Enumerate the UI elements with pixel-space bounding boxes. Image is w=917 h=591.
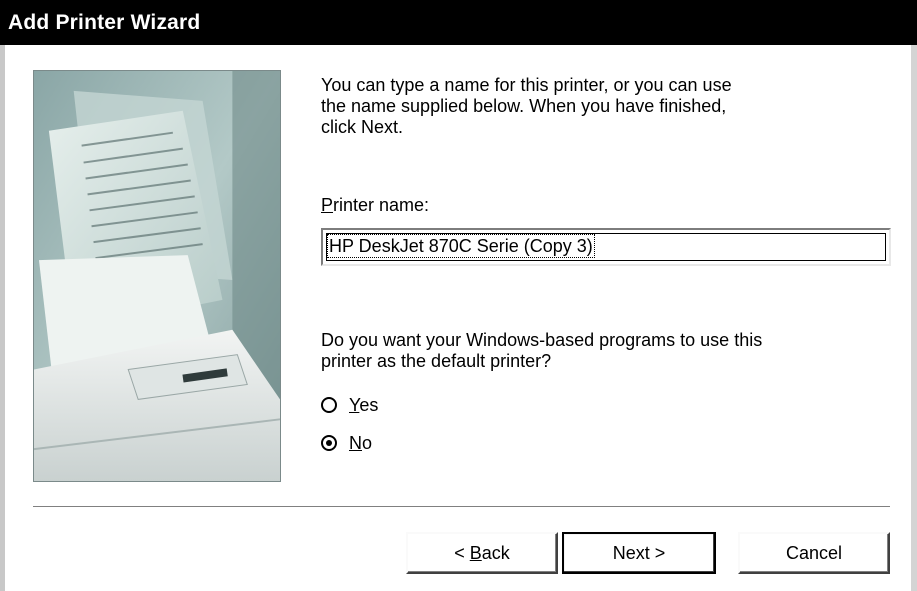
- printer-name-label-mnemonic: P: [321, 195, 334, 215]
- radio-yes-mnemonic: Y: [349, 395, 360, 415]
- radio-no-circle-icon[interactable]: [321, 435, 337, 451]
- printer-name-label-rest: rinter name:: [333, 195, 430, 215]
- radio-no[interactable]: No: [321, 431, 372, 455]
- radio-yes[interactable]: Yes: [321, 393, 378, 417]
- radio-yes-circle-icon[interactable]: [321, 397, 337, 413]
- window-frame-left: [0, 45, 5, 591]
- back-button-rest: ack: [481, 542, 510, 563]
- radio-yes-rest: es: [359, 395, 379, 415]
- printer-name-label: Printer name:: [321, 195, 429, 216]
- printer-name-input[interactable]: HP DeskJet 870C Serie (Copy 3): [321, 228, 891, 266]
- back-button-mnemonic: B: [469, 542, 482, 563]
- next-button[interactable]: Next >: [562, 532, 716, 574]
- default-printer-question: Do you want your Windows-based programs …: [321, 330, 763, 371]
- add-printer-wizard-window: Add Printer Wizard You can type a name f…: [0, 0, 917, 591]
- window-title: Add Printer Wizard: [0, 0, 917, 45]
- printer-illustration-icon: [34, 71, 280, 481]
- button-separator-highlight: [33, 507, 890, 508]
- radio-no-rest: o: [362, 433, 373, 453]
- radio-no-label[interactable]: No: [349, 432, 372, 454]
- radio-yes-label[interactable]: Yes: [349, 394, 378, 416]
- back-button-prefix: <: [454, 542, 470, 563]
- printer-illustration: [33, 70, 281, 482]
- cancel-button[interactable]: Cancel: [738, 532, 890, 574]
- back-button[interactable]: < Back: [406, 532, 558, 574]
- intro-text: You can type a name for this printer, or…: [321, 75, 732, 137]
- printer-name-value[interactable]: HP DeskJet 870C Serie (Copy 3): [327, 234, 595, 258]
- window-frame-right: [911, 45, 917, 591]
- radio-no-mnemonic: N: [349, 433, 362, 453]
